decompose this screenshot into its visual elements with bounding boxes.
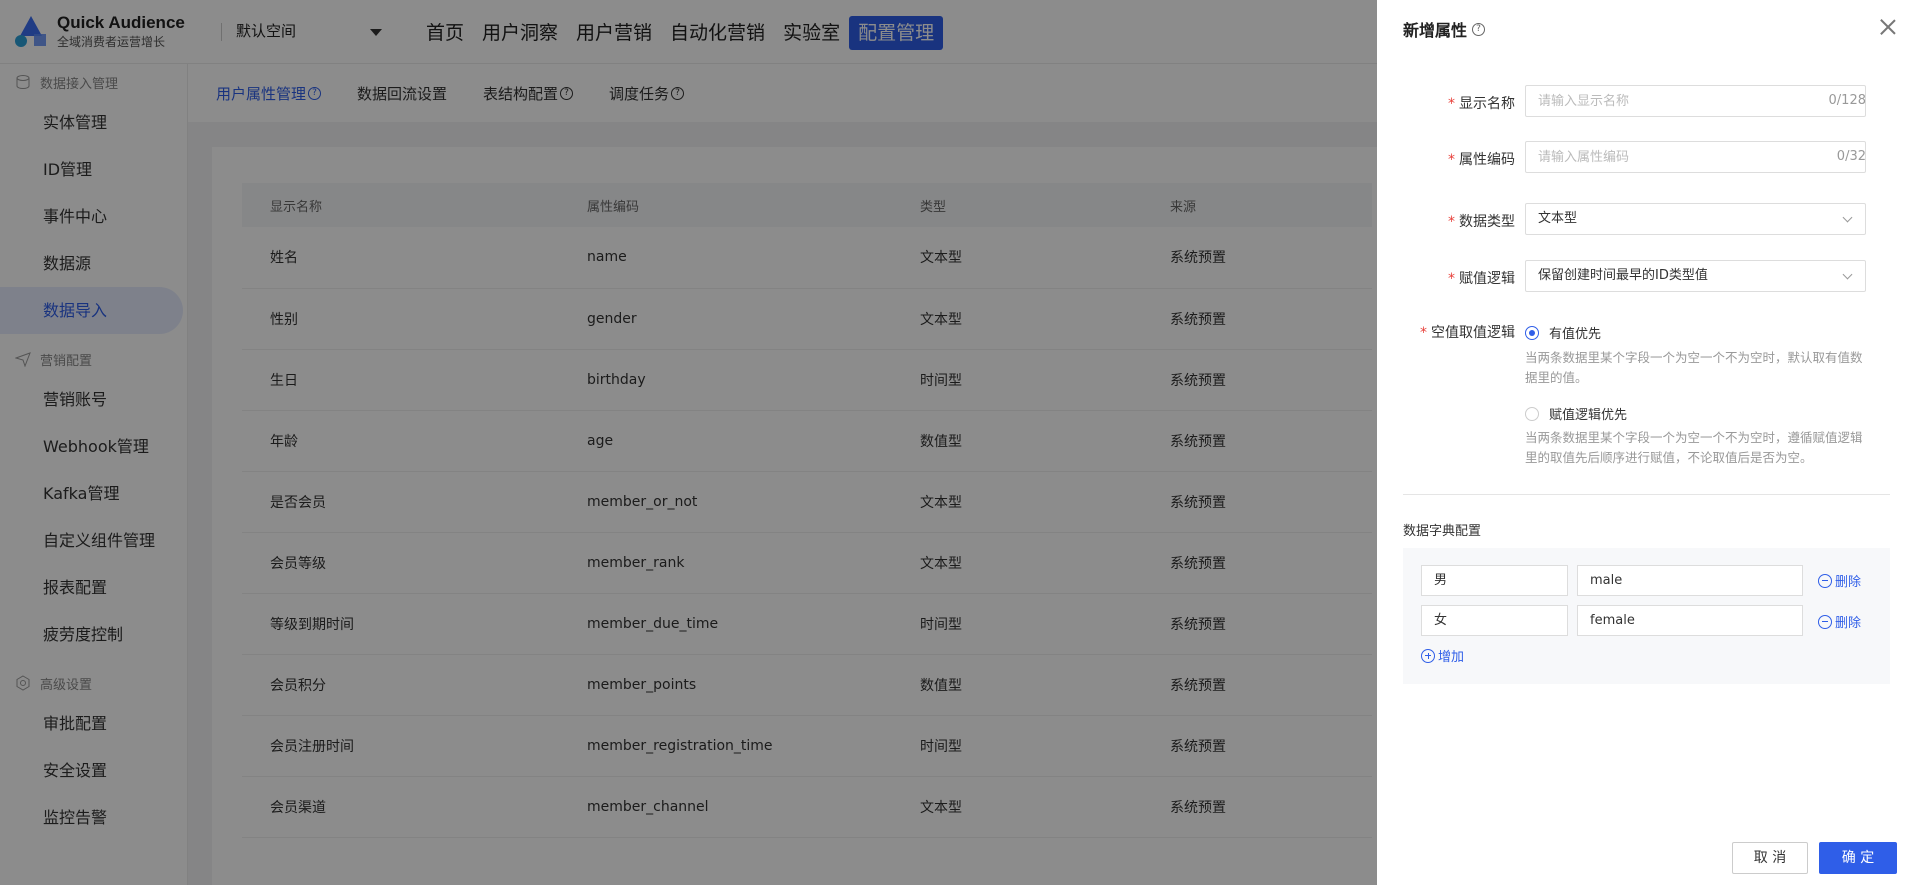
delete-label: 删除 — [1835, 616, 1862, 631]
display-name-label: * 显示名称 — [1448, 96, 1515, 112]
minus-circle-icon — [1818, 614, 1832, 629]
null-logic-label: * 空值取值逻辑 — [1420, 325, 1515, 341]
data-type-row: * 数据类型 文本型 — [1377, 203, 1907, 235]
attr-code-input[interactable] — [1525, 141, 1866, 173]
drawer-title: 新增属性? — [1403, 17, 1486, 41]
radio-assign-logic-first[interactable]: 赋值逻辑优先 — [1525, 404, 1627, 423]
minus-circle-icon — [1818, 573, 1832, 588]
divider — [1403, 494, 1890, 495]
add-label: 增加 — [1438, 650, 1465, 665]
char-counter: 0/128 — [1828, 93, 1866, 108]
add-button[interactable]: 增加 — [1421, 646, 1464, 665]
radio-icon[interactable] — [1525, 325, 1539, 340]
dict-value-input[interactable]: male — [1577, 565, 1803, 596]
dict-key-input[interactable]: 男 — [1421, 565, 1568, 596]
help-icon[interactable]: ? — [1472, 22, 1486, 36]
assign-logic-label: * 赋值逻辑 — [1448, 271, 1515, 287]
add-attribute-drawer: 新增属性? *显示名称 0/128 *属性编码 0/32 *数据类型 文本型 *… — [1377, 0, 1907, 885]
help-line: 里的取值先后顺序进行赋值，不论取值后是否为空。 — [1525, 450, 1813, 465]
plus-circle-icon — [1421, 648, 1435, 663]
char-counter: 0/32 — [1836, 149, 1866, 164]
label-text: 空值取值逻辑 — [1431, 325, 1515, 341]
dict-config-box: 男 male 删除 女 female 删除 增加 — [1403, 548, 1890, 684]
assign-logic-row: * 赋值逻辑 保留创建时间最早的ID类型值 — [1377, 260, 1907, 292]
dict-value-input[interactable]: female — [1577, 605, 1803, 636]
data-type-label: * 数据类型 — [1448, 214, 1515, 230]
dict-title: 数据字典配置 — [1403, 524, 1482, 539]
delete-label: 删除 — [1835, 575, 1862, 590]
radio-label: 赋值逻辑优先 — [1549, 408, 1628, 423]
delete-button[interactable]: 删除 — [1818, 612, 1861, 631]
label-text: 属性编码 — [1459, 152, 1515, 168]
radio-help-text: 当两条数据里某个字段一个为空一个不为空时，遵循赋值逻辑 里的取值先后顺序进行赋值… — [1525, 428, 1890, 468]
attr-code-label: * 属性编码 — [1448, 152, 1515, 168]
radio-label: 有值优先 — [1549, 327, 1602, 342]
data-type-select[interactable]: 文本型 — [1525, 203, 1866, 235]
label-text: 赋值逻辑 — [1459, 271, 1515, 287]
help-line: 当两条数据里某个字段一个为空一个不为空时，默认取有值数 — [1525, 350, 1863, 365]
radio-value-first[interactable]: 有值优先 — [1525, 323, 1601, 342]
chevron-down-icon — [1842, 212, 1853, 223]
cancel-button[interactable]: 取 消 — [1732, 842, 1808, 874]
display-name-input[interactable] — [1525, 85, 1866, 117]
display-name-row: *显示名称 0/128 — [1377, 85, 1907, 117]
help-line: 据里的值。 — [1525, 370, 1588, 385]
label-text: 数据类型 — [1459, 214, 1515, 230]
drawer-title-text: 新增属性 — [1403, 21, 1468, 40]
radio-icon[interactable] — [1525, 406, 1539, 421]
chevron-down-icon — [1842, 269, 1853, 280]
confirm-button[interactable]: 确 定 — [1819, 842, 1897, 874]
select-value: 保留创建时间最早的ID类型值 — [1538, 268, 1708, 283]
select-value: 文本型 — [1538, 211, 1578, 226]
label-text: 显示名称 — [1459, 96, 1515, 112]
help-line: 当两条数据里某个字段一个为空一个不为空时，遵循赋值逻辑 — [1525, 430, 1863, 445]
delete-button[interactable]: 删除 — [1818, 571, 1861, 590]
attr-code-row: *属性编码 0/32 — [1377, 141, 1907, 173]
assign-logic-select[interactable]: 保留创建时间最早的ID类型值 — [1525, 260, 1866, 292]
close-icon[interactable] — [1879, 18, 1897, 36]
dict-key-input[interactable]: 女 — [1421, 605, 1568, 636]
radio-help-text: 当两条数据里某个字段一个为空一个不为空时，默认取有值数 据里的值。 — [1525, 348, 1890, 388]
